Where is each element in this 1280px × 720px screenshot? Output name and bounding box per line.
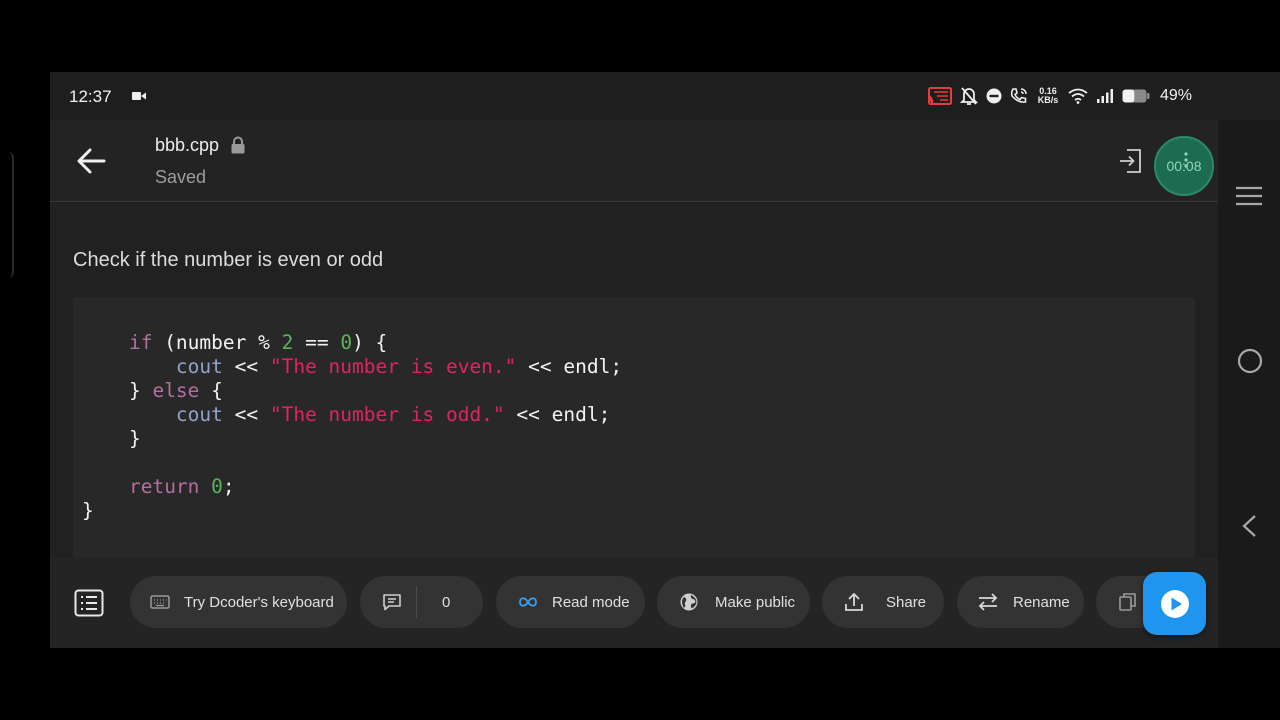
chevron-left-icon[interactable] [1240,514,1258,538]
device-edge [0,152,14,278]
cast-icon [928,87,952,105]
code-token: "The number is odd." [269,403,505,426]
back-button[interactable] [74,144,108,178]
code-token: cout [175,355,223,378]
code-token: << [222,355,270,378]
share-button[interactable]: Share [822,576,944,628]
wifi-icon [1068,88,1088,104]
rename-label: Rename [1013,593,1070,611]
code-token: } [128,379,153,402]
code-token: << endl; [504,403,611,426]
more-vert-icon [1184,152,1188,168]
code-token: if [128,331,153,354]
wifi-calling-icon [1010,88,1027,103]
do-not-disturb-icon [986,88,1002,104]
file-name[interactable]: bbb.cpp [155,135,219,156]
app-bar: bbb.cpp Saved 00:08 [50,120,1218,202]
make-public-label: Make public [715,593,796,611]
copy-icon [1119,593,1136,611]
share-label: Share [886,593,927,611]
code-text[interactable]: if (number % 2 == 0) { cout << "The numb… [82,331,622,523]
try-keyboard-button[interactable]: Try Dcoder's keyboard [130,576,347,628]
menu-icon[interactable] [1235,185,1263,207]
make-public-button[interactable]: Make public [657,576,810,628]
code-token: (number % [152,331,282,354]
rename-button[interactable]: Rename [957,576,1084,628]
code-token: "The number is even." [269,355,517,378]
battery-icon [1122,89,1150,103]
code-token: return [128,475,200,498]
system-nav-rail [1218,120,1280,648]
read-mode-label: Read mode [552,593,630,611]
read-mode-button[interactable]: Read mode [496,576,645,628]
code-token: } [82,499,94,522]
bell-muted-icon [960,87,978,105]
content-area: Check if the number is even or odd if (n… [50,203,1218,558]
code-token: cout [175,403,223,426]
video-record-icon [132,92,146,100]
status-bar: 12:37 0.16 KB/s 49% [50,72,1280,120]
swap-arrows-icon [978,593,998,611]
code-token: } [128,427,141,450]
code-token: == [293,331,341,354]
lock-icon [231,136,245,154]
status-clock: 12:37 [69,87,112,106]
chip-divider [416,586,417,618]
upload-icon [845,592,863,611]
code-token: 0 [340,331,353,354]
signal-icon [1097,89,1113,103]
code-token: << endl; [516,355,623,378]
battery-percent: 49% [1160,87,1193,104]
network-speed: 0.16 KB/s [1037,86,1059,105]
code-token: ) { [352,331,388,354]
code-token: 0 [211,475,223,498]
comments-button[interactable]: 0 [360,576,483,628]
keyboard-icon [150,595,170,609]
code-token: { [199,379,223,402]
code-token: 2 [281,331,294,354]
comment-icon [383,594,401,611]
run-button[interactable] [1143,572,1206,635]
code-block[interactable]: if (number % 2 == 0) { cout << "The numb… [73,297,1195,558]
save-status: Saved [155,167,207,187]
code-description: Check if the number is even or odd [73,249,384,271]
status-icons: 0.16 KB/s 49% [928,85,1192,107]
list-icon[interactable] [74,589,104,617]
device-screen: 12:37 0.16 KB/s 49% bbb.cpp Saved 00:08 … [50,72,1280,648]
code-token: else [152,379,200,402]
comment-count: 0 [442,593,451,611]
timer-badge[interactable]: 00:08 [1154,136,1214,196]
try-keyboard-label: Try Dcoder's keyboard [184,593,334,611]
circle-home-icon[interactable] [1237,348,1263,374]
login-icon[interactable] [1118,148,1142,174]
code-token: << [222,403,270,426]
play-icon [1160,589,1189,618]
globe-icon [680,593,698,611]
code-token: ; [222,475,235,498]
infinity-icon [519,597,537,607]
bottom-toolbar: Try Dcoder's keyboard 0 Read mode Make p… [50,558,1218,648]
